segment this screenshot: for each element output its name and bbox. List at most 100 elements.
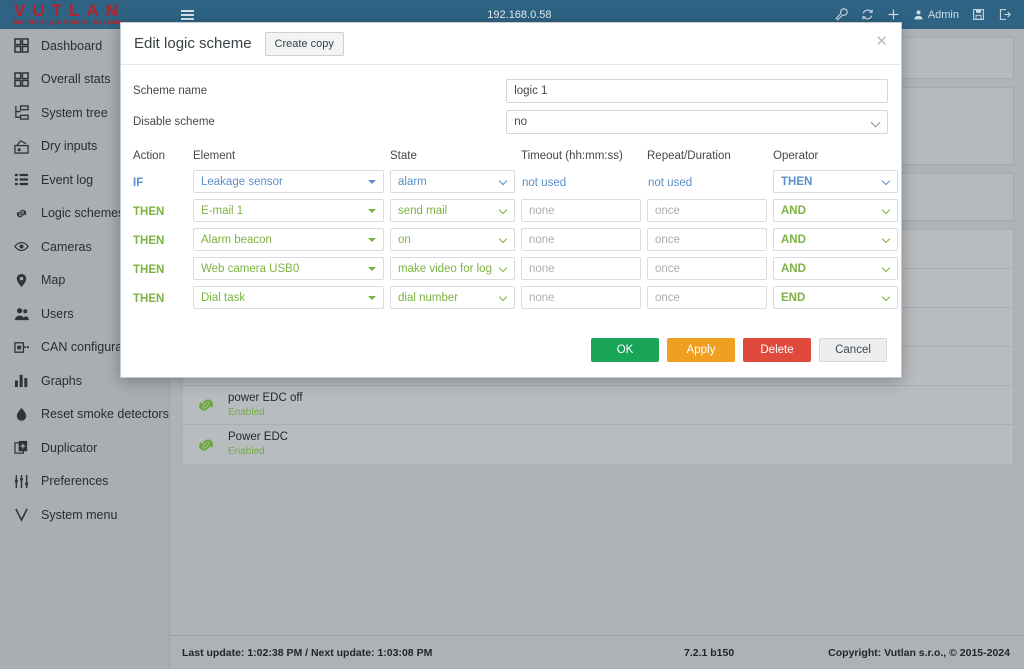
rule-element-select[interactable]: Alarm beacon (193, 228, 384, 251)
rule-repeat-input[interactable]: once (647, 199, 767, 222)
rule-repeat-value: not used (647, 177, 692, 189)
dialog-header: Edit logic scheme Create copy ✕ (121, 23, 901, 65)
rule-timeout-input[interactable]: none (521, 257, 641, 280)
column-timeout: Timeout (hh:mm:ss) (521, 150, 647, 162)
rule-timeout-input[interactable]: none (521, 286, 641, 309)
rule-state-select[interactable]: alarm (390, 170, 515, 193)
scheme-name-label: Scheme name (133, 85, 506, 97)
update-status: Last update: 1:02:38 PM / Next update: 1… (170, 647, 590, 659)
floppy-save-icon[interactable] (972, 8, 985, 21)
user-label: Admin (928, 9, 959, 21)
edit-logic-scheme-dialog: Edit logic scheme Create copy ✕ Scheme n… (120, 22, 902, 378)
rule-row: IF Leakage sensor alarm not used not use… (133, 167, 888, 196)
rule-element-select[interactable]: Leakage sensor (193, 170, 384, 193)
rule-repeat-input[interactable]: once (647, 286, 767, 309)
column-operator: Operator (773, 150, 898, 162)
rule-state-select[interactable]: make video for log (390, 257, 515, 280)
sidebar-item-label: Logic schemes (41, 206, 124, 220)
rule-operator-select[interactable]: AND (773, 199, 898, 222)
dry-input-icon (13, 138, 30, 155)
disable-scheme-row: Disable scheme (133, 106, 888, 137)
version-label: 7.2.1 b150 (590, 647, 828, 659)
rule-element-select[interactable]: Dial task (193, 286, 384, 309)
logo-title: VUTLAN (14, 3, 170, 18)
flame-icon (13, 406, 30, 423)
sidebar-item-label: Cameras (41, 240, 92, 254)
user-menu[interactable]: Admin (913, 9, 959, 21)
wrench-icon[interactable] (835, 8, 848, 21)
scheme-name-input[interactable] (506, 79, 888, 103)
hamburger-icon[interactable] (170, 14, 204, 16)
column-action: Action (133, 150, 193, 162)
logout-icon[interactable] (998, 8, 1011, 21)
rule-row: THEN Dial task dial number none once END (133, 283, 888, 312)
rule-action-label: IF (133, 177, 143, 189)
cancel-button[interactable]: Cancel (819, 338, 887, 362)
list-icon (13, 171, 30, 188)
sidebar-item-label: Event log (41, 173, 93, 187)
can-icon (13, 339, 30, 356)
apply-button[interactable]: Apply (667, 338, 735, 362)
rule-element-select[interactable]: E-mail 1 (193, 199, 384, 222)
list-item[interactable]: Power EDC Enabled (183, 425, 1013, 464)
rule-action-label: THEN (133, 293, 164, 305)
grid-icon (13, 37, 30, 54)
duplicate-icon (13, 439, 30, 456)
column-state: State (390, 150, 521, 162)
user-icon (913, 9, 924, 20)
rule-operator-select[interactable]: AND (773, 228, 898, 251)
dialog-title: Edit logic scheme (134, 35, 252, 52)
list-item-title: Power EDC (228, 431, 288, 444)
column-element: Element (193, 150, 390, 162)
rule-action-label: THEN (133, 206, 164, 218)
rule-timeout-value: not used (521, 177, 566, 189)
plus-icon[interactable] (887, 8, 900, 21)
rule-state-select[interactable]: send mail (390, 199, 515, 222)
sidebar-item-label: Overall stats (41, 72, 110, 86)
close-icon[interactable]: ✕ (875, 35, 888, 49)
scheme-name-row: Scheme name (133, 75, 888, 106)
rule-element-select[interactable]: Web camera USB0 (193, 257, 384, 280)
create-copy-button[interactable]: Create copy (265, 32, 344, 56)
ok-button[interactable]: OK (591, 338, 659, 362)
rule-state-select[interactable]: on (390, 228, 515, 251)
eye-icon (13, 238, 30, 255)
sidebar-item-label: Dashboard (41, 39, 102, 53)
sidebar-item-preferences[interactable]: Preferences (0, 465, 169, 499)
list-item-title: power EDC off (228, 392, 303, 405)
rule-repeat-input[interactable]: once (647, 228, 767, 251)
rule-timeout-input[interactable]: none (521, 228, 641, 251)
grid-icon (13, 71, 30, 88)
sidebar-item-label: System menu (41, 508, 117, 522)
rule-timeout-input[interactable]: none (521, 199, 641, 222)
sidebar-item-label: Preferences (41, 474, 108, 488)
sidebar-item-system-menu[interactable]: System menu (0, 498, 169, 532)
rule-action-label: THEN (133, 235, 164, 247)
rule-row: THEN Alarm beacon on none once AND (133, 225, 888, 254)
sidebar-item-label: Duplicator (41, 441, 97, 455)
chain-icon (13, 205, 30, 222)
disable-scheme-select[interactable] (506, 110, 888, 134)
sidebar-item-duplicator[interactable]: Duplicator (0, 431, 169, 465)
top-bar-actions: Admin (835, 8, 1024, 21)
users-icon (13, 305, 30, 322)
list-item[interactable]: power EDC off Enabled (183, 386, 1013, 425)
chain-icon (195, 394, 217, 416)
rule-state-select[interactable]: dial number (390, 286, 515, 309)
rule-action-label: THEN (133, 264, 164, 276)
sidebar-item-label: System tree (41, 106, 108, 120)
sidebar-item-reset-smoke-detectors[interactable]: Reset smoke detectors (0, 398, 169, 432)
rule-operator-select[interactable]: END (773, 286, 898, 309)
rule-operator-select[interactable]: THEN (773, 170, 898, 193)
sidebar-item-label: Map (41, 273, 65, 287)
refresh-icon[interactable] (861, 8, 874, 21)
delete-button[interactable]: Delete (743, 338, 811, 362)
bar-chart-icon (13, 372, 30, 389)
chain-icon (195, 434, 217, 456)
sliders-icon (13, 473, 30, 490)
status-footer: Last update: 1:02:38 PM / Next update: 1… (170, 635, 1024, 669)
rule-repeat-input[interactable]: once (647, 257, 767, 280)
rule-operator-select[interactable]: AND (773, 257, 898, 280)
sidebar-item-label: Graphs (41, 374, 82, 388)
rule-row: THEN E-mail 1 send mail none once AND (133, 196, 888, 225)
